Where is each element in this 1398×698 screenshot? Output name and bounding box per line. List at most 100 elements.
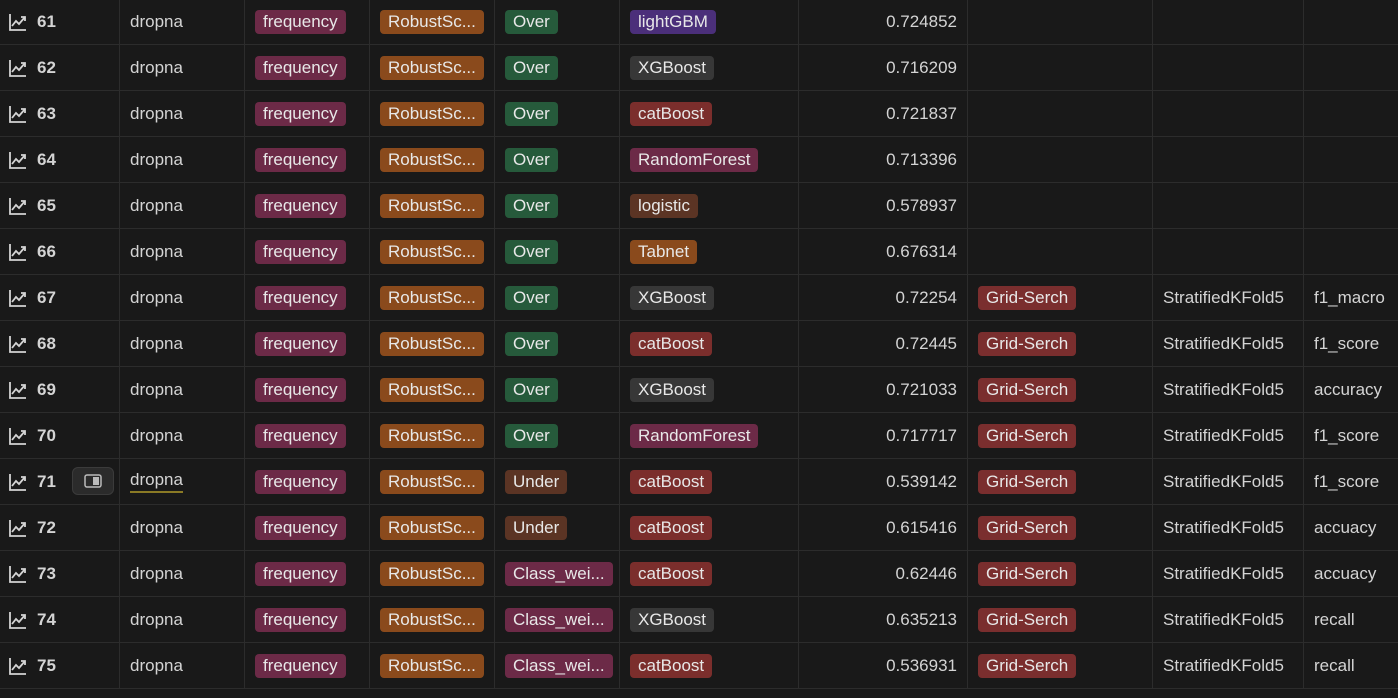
scaler-cell[interactable]: RobustSc... (370, 275, 495, 320)
tuning-cell[interactable] (968, 0, 1153, 44)
title-cell[interactable]: 69 (0, 367, 120, 412)
fill-cell[interactable]: dropna (120, 459, 245, 504)
scaler-cell[interactable]: RobustSc... (370, 597, 495, 642)
score-cell[interactable]: 0.721033 (799, 367, 968, 412)
encoding-cell[interactable]: frequency (245, 505, 370, 550)
scaler-cell[interactable]: RobustSc... (370, 45, 495, 90)
score-cell[interactable]: 0.716209 (799, 45, 968, 90)
tuning-cell[interactable] (968, 91, 1153, 136)
model-cell[interactable]: catBoost (620, 643, 799, 688)
table-row[interactable]: 68 dropna frequency RobustSc... Over cat… (0, 321, 1398, 367)
score-cell[interactable]: 0.615416 (799, 505, 968, 550)
sampling-cell[interactable]: Under (495, 505, 620, 550)
model-cell[interactable]: catBoost (620, 551, 799, 596)
tuning-cell[interactable]: Grid-Serch (968, 597, 1153, 642)
model-cell[interactable]: RandomForest (620, 413, 799, 458)
fill-cell[interactable]: dropna (120, 183, 245, 228)
score-cell[interactable]: 0.72445 (799, 321, 968, 366)
fill-cell[interactable]: dropna (120, 229, 245, 274)
score-cell[interactable]: 0.62446 (799, 551, 968, 596)
score-cell[interactable]: 0.72254 (799, 275, 968, 320)
scaler-cell[interactable]: RobustSc... (370, 91, 495, 136)
cv-cell[interactable]: StratifiedKFold5 (1153, 367, 1304, 412)
cv-cell[interactable]: StratifiedKFold5 (1153, 321, 1304, 366)
cv-cell[interactable]: StratifiedKFold5 (1153, 505, 1304, 550)
score-cell[interactable]: 0.539142 (799, 459, 968, 504)
fill-cell[interactable]: dropna (120, 551, 245, 596)
table-row[interactable]: 74 dropna frequency RobustSc... Class_we… (0, 597, 1398, 643)
title-cell[interactable]: 63 (0, 91, 120, 136)
table-row[interactable]: 61 dropna frequency RobustSc... Over lig… (0, 0, 1398, 45)
encoding-cell[interactable]: frequency (245, 275, 370, 320)
table-row[interactable]: 71 dropna frequency RobustSc... Under ca… (0, 459, 1398, 505)
metric-cell[interactable] (1304, 183, 1398, 228)
encoding-cell[interactable]: frequency (245, 551, 370, 596)
metric-cell[interactable]: recall (1304, 643, 1398, 688)
encoding-cell[interactable]: frequency (245, 413, 370, 458)
tuning-cell[interactable]: Grid-Serch (968, 505, 1153, 550)
sampling-cell[interactable]: Over (495, 0, 620, 44)
encoding-cell[interactable]: frequency (245, 321, 370, 366)
table-row[interactable]: 63 dropna frequency RobustSc... Over cat… (0, 91, 1398, 137)
scaler-cell[interactable]: RobustSc... (370, 643, 495, 688)
title-cell[interactable]: 73 (0, 551, 120, 596)
model-cell[interactable]: catBoost (620, 321, 799, 366)
table-row[interactable]: 75 dropna frequency RobustSc... Class_we… (0, 643, 1398, 689)
scaler-cell[interactable]: RobustSc... (370, 551, 495, 596)
fill-cell[interactable]: dropna (120, 597, 245, 642)
encoding-cell[interactable]: frequency (245, 459, 370, 504)
tuning-cell[interactable]: Grid-Serch (968, 459, 1153, 504)
title-cell[interactable]: 71 (0, 459, 120, 504)
title-cell[interactable]: 66 (0, 229, 120, 274)
cv-cell[interactable]: StratifiedKFold5 (1153, 459, 1304, 504)
title-cell[interactable]: 72 (0, 505, 120, 550)
score-cell[interactable]: 0.721837 (799, 91, 968, 136)
metric-cell[interactable]: accuracy (1304, 367, 1398, 412)
table-row[interactable]: 64 dropna frequency RobustSc... Over Ran… (0, 137, 1398, 183)
sampling-cell[interactable]: Over (495, 367, 620, 412)
model-cell[interactable]: catBoost (620, 459, 799, 504)
scaler-cell[interactable]: RobustSc... (370, 229, 495, 274)
fill-cell[interactable]: dropna (120, 137, 245, 182)
encoding-cell[interactable]: frequency (245, 137, 370, 182)
cv-cell[interactable] (1153, 183, 1304, 228)
cv-cell[interactable] (1153, 91, 1304, 136)
tuning-cell[interactable]: Grid-Serch (968, 321, 1153, 366)
title-cell[interactable]: 68 (0, 321, 120, 366)
metric-cell[interactable]: accuacy (1304, 505, 1398, 550)
title-cell[interactable]: 61 (0, 0, 120, 44)
cv-cell[interactable]: StratifiedKFold5 (1153, 643, 1304, 688)
sampling-cell[interactable]: Class_wei... (495, 597, 620, 642)
model-cell[interactable]: catBoost (620, 91, 799, 136)
cv-cell[interactable]: StratifiedKFold5 (1153, 551, 1304, 596)
scaler-cell[interactable]: RobustSc... (370, 505, 495, 550)
score-cell[interactable]: 0.717717 (799, 413, 968, 458)
title-cell[interactable]: 75 (0, 643, 120, 688)
table-row[interactable]: 65 dropna frequency RobustSc... Over log… (0, 183, 1398, 229)
title-cell[interactable]: 64 (0, 137, 120, 182)
table-row[interactable]: 72 dropna frequency RobustSc... Under ca… (0, 505, 1398, 551)
fill-cell[interactable]: dropna (120, 413, 245, 458)
metric-cell[interactable]: recall (1304, 597, 1398, 642)
scaler-cell[interactable]: RobustSc... (370, 137, 495, 182)
model-cell[interactable]: XGBoost (620, 597, 799, 642)
fill-cell[interactable]: dropna (120, 505, 245, 550)
metric-cell[interactable]: f1_score (1304, 321, 1398, 366)
scaler-cell[interactable]: RobustSc... (370, 367, 495, 412)
sampling-cell[interactable]: Class_wei... (495, 551, 620, 596)
sampling-cell[interactable]: Over (495, 229, 620, 274)
fill-cell[interactable]: dropna (120, 321, 245, 366)
metric-cell[interactable]: f1_score (1304, 413, 1398, 458)
sampling-cell[interactable]: Over (495, 91, 620, 136)
model-cell[interactable]: lightGBM (620, 0, 799, 44)
scaler-cell[interactable]: RobustSc... (370, 183, 495, 228)
model-cell[interactable]: XGBoost (620, 45, 799, 90)
table-row[interactable]: 69 dropna frequency RobustSc... Over XGB… (0, 367, 1398, 413)
metric-cell[interactable]: accuacy (1304, 551, 1398, 596)
table-row[interactable]: 73 dropna frequency RobustSc... Class_we… (0, 551, 1398, 597)
sampling-cell[interactable]: Over (495, 183, 620, 228)
title-cell[interactable]: 62 (0, 45, 120, 90)
encoding-cell[interactable]: frequency (245, 0, 370, 44)
encoding-cell[interactable]: frequency (245, 643, 370, 688)
encoding-cell[interactable]: frequency (245, 45, 370, 90)
